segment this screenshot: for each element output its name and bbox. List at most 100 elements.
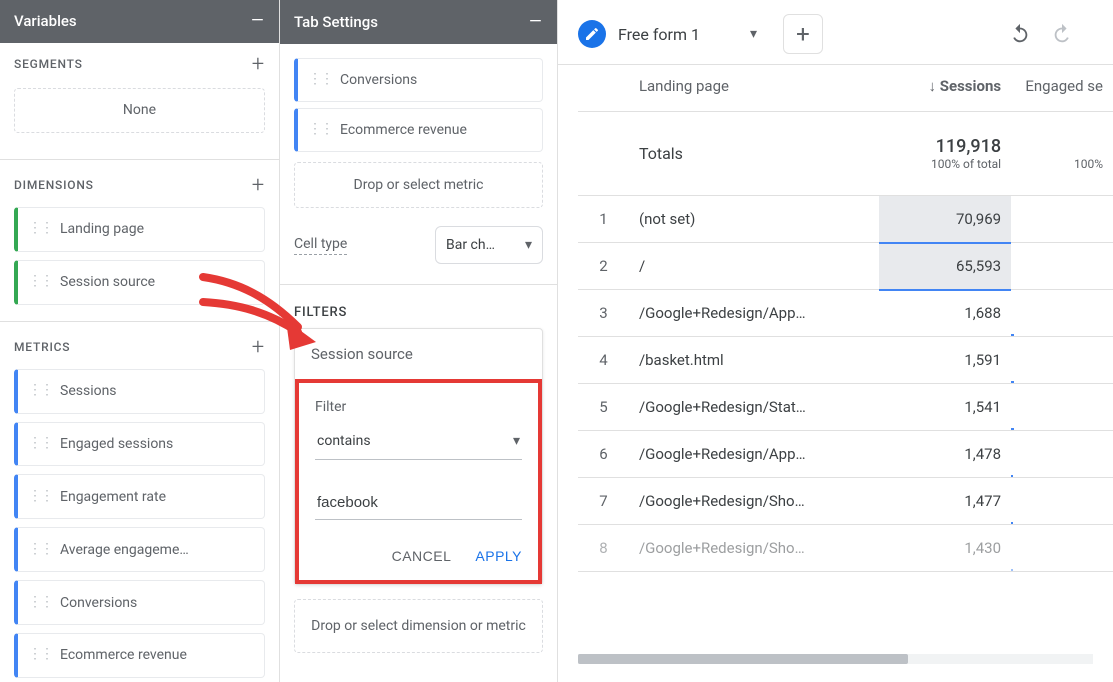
filters-label: FILTERS xyxy=(294,305,543,320)
scrollbar-thumb[interactable] xyxy=(578,654,908,664)
tab-settings-header: Tab Settings − xyxy=(280,0,557,44)
metric-chip[interactable]: ⋮⋮ Engagement rate xyxy=(14,474,265,519)
tab-name[interactable]: Free form 1 xyxy=(618,25,700,44)
dimension-chip-landing-page[interactable]: ⋮⋮ Landing page xyxy=(14,207,265,252)
cell-sessions: 1,477 xyxy=(879,478,1011,525)
drag-handle-icon[interactable]: ⋮⋮ xyxy=(28,435,52,451)
filter-value-input[interactable] xyxy=(315,486,522,520)
values-chip[interactable]: ⋮⋮Conversions xyxy=(294,58,543,102)
cell-type-label: Cell type xyxy=(294,236,347,255)
filter-word: Filter xyxy=(315,399,522,415)
filter-card: Session source Filter contains ▾ CANCEL … xyxy=(294,328,543,585)
chip-label: Engaged sessions xyxy=(60,436,173,452)
apply-button[interactable]: APPLY xyxy=(475,548,522,564)
values-chip[interactable]: ⋮⋮Ecommerce revenue xyxy=(294,108,543,152)
cancel-button[interactable]: CANCEL xyxy=(392,548,452,564)
table-row[interactable]: 6 /Google+Redesign/App… 1,478 xyxy=(578,431,1113,478)
table-row[interactable]: 5 /Google+Redesign/Stat… 1,541 xyxy=(578,384,1113,431)
table-row[interactable]: 8 /Google+Redesign/Sho… 1,430 xyxy=(578,525,1113,572)
report-area: Free form 1 ▾ + Landing page ↓ Sessions xyxy=(558,0,1113,682)
table-row[interactable]: 4 /basket.html 1,591 xyxy=(578,337,1113,384)
cell-engaged xyxy=(1011,478,1113,525)
filter-condition-value: contains xyxy=(317,433,371,449)
drag-handle-icon[interactable]: ⋮⋮ xyxy=(28,646,52,662)
filter-dimension[interactable]: Session source xyxy=(295,329,542,379)
cell-engaged xyxy=(1011,431,1113,478)
add-dimension-icon[interactable]: + xyxy=(252,173,265,198)
drag-handle-icon[interactable]: ⋮⋮ xyxy=(308,71,332,87)
chip-label: Landing page xyxy=(60,221,144,237)
collapse-variables-icon[interactable]: − xyxy=(250,8,265,34)
table-row[interactable]: 3 /Google+Redesign/App… 1,688 xyxy=(578,290,1113,337)
variables-header: Variables − xyxy=(0,0,279,43)
drop-dimension-metric-area[interactable]: Drop or select dimension or metric xyxy=(294,599,543,653)
drop-metric-area[interactable]: Drop or select metric xyxy=(294,162,543,208)
table-row[interactable]: 7 /Google+Redesign/Sho… 1,477 xyxy=(578,478,1113,525)
metrics-section-head: METRICS + xyxy=(0,330,279,365)
data-table: Landing page ↓ Sessions Engaged se Total… xyxy=(558,65,1113,572)
col-engaged[interactable]: Engaged se xyxy=(1011,65,1113,112)
col-rownum xyxy=(578,65,629,112)
drag-handle-icon[interactable]: ⋮⋮ xyxy=(28,594,52,610)
segments-none-drop[interactable]: None xyxy=(14,88,265,133)
cell-page: (not set) xyxy=(629,196,879,243)
cell-sessions: 1,688 xyxy=(879,290,1011,337)
cell-page: /Google+Redesign/Sho… xyxy=(629,478,879,525)
cell-engaged xyxy=(1011,290,1113,337)
filter-condition-select[interactable]: contains ▾ xyxy=(315,427,522,460)
tab-dropdown-icon[interactable]: ▾ xyxy=(750,26,757,42)
edit-tab-icon[interactable] xyxy=(578,20,606,48)
add-tab-button[interactable]: + xyxy=(783,14,823,54)
cell-sessions: 1,430 xyxy=(879,525,1011,572)
drag-handle-icon[interactable]: ⋮⋮ xyxy=(28,220,52,236)
metric-chip[interactable]: ⋮⋮ Sessions xyxy=(14,369,265,414)
sort-arrow-icon: ↓ xyxy=(929,77,937,95)
chip-label: Session source xyxy=(60,274,155,290)
undo-icon[interactable] xyxy=(1009,23,1031,45)
drag-handle-icon[interactable]: ⋮⋮ xyxy=(28,541,52,557)
redo-icon[interactable] xyxy=(1051,23,1073,45)
metric-chip[interactable]: ⋮⋮ Engaged sessions xyxy=(14,422,265,467)
collapse-tab-settings-icon[interactable]: − xyxy=(528,9,543,35)
drag-handle-icon[interactable]: ⋮⋮ xyxy=(308,121,332,137)
cell-sessions: 1,591 xyxy=(879,337,1011,384)
totals-pct: 100% of total xyxy=(889,157,1001,171)
drag-handle-icon[interactable]: ⋮⋮ xyxy=(28,488,52,504)
metric-chip[interactable]: ⋮⋮ Ecommerce revenue xyxy=(14,633,265,678)
dropdown-arrow-icon: ▾ xyxy=(513,433,520,449)
tab-settings-panel: Tab Settings − ⋮⋮Conversions ⋮⋮Ecommerce… xyxy=(280,0,558,682)
totals-engaged-pct: 100% xyxy=(1021,157,1103,171)
tab-settings-title: Tab Settings xyxy=(294,13,378,31)
chip-label: Ecommerce revenue xyxy=(60,647,187,663)
drag-handle-icon[interactable]: ⋮⋮ xyxy=(28,382,52,398)
cell-sessions: 65,593 xyxy=(879,243,1011,290)
table-row[interactable]: 1 (not set) 70,969 xyxy=(578,196,1113,243)
cell-page: / xyxy=(629,243,879,290)
add-metric-icon[interactable]: + xyxy=(252,335,265,360)
cell-type-select[interactable]: Bar ch… ▾ xyxy=(435,226,543,264)
cell-engaged xyxy=(1011,243,1113,290)
filter-editor: Filter contains ▾ CANCEL APPLY xyxy=(295,379,542,584)
chip-label: Engagement rate xyxy=(60,489,166,505)
horizontal-scrollbar[interactable] xyxy=(558,652,1113,666)
chip-label: Average engageme… xyxy=(60,542,189,558)
metric-chip[interactable]: ⋮⋮ Conversions xyxy=(14,580,265,625)
segments-section-head: SEGMENTS + xyxy=(0,47,279,82)
col-landing-page[interactable]: Landing page xyxy=(629,65,879,112)
chip-label: Conversions xyxy=(60,595,137,611)
metric-chip[interactable]: ⋮⋮ Average engageme… xyxy=(14,527,265,572)
col-sessions[interactable]: ↓ Sessions xyxy=(879,65,1011,112)
cell-engaged xyxy=(1011,337,1113,384)
cell-engaged xyxy=(1011,384,1113,431)
segments-label: SEGMENTS xyxy=(14,57,83,71)
totals-sessions: 119,918 xyxy=(889,136,1001,157)
drag-handle-icon[interactable]: ⋮⋮ xyxy=(28,273,52,289)
variables-title: Variables xyxy=(14,12,77,30)
table-row[interactable]: 2 / 65,593 xyxy=(578,243,1113,290)
dimension-chip-session-source[interactable]: ⋮⋮ Session source xyxy=(14,260,265,305)
chip-label: Sessions xyxy=(60,383,117,399)
variables-panel: Variables − SEGMENTS + None DIMENSIONS +… xyxy=(0,0,280,682)
totals-label: Totals xyxy=(639,144,683,163)
add-segment-icon[interactable]: + xyxy=(252,52,265,77)
dimensions-label: DIMENSIONS xyxy=(14,178,94,192)
